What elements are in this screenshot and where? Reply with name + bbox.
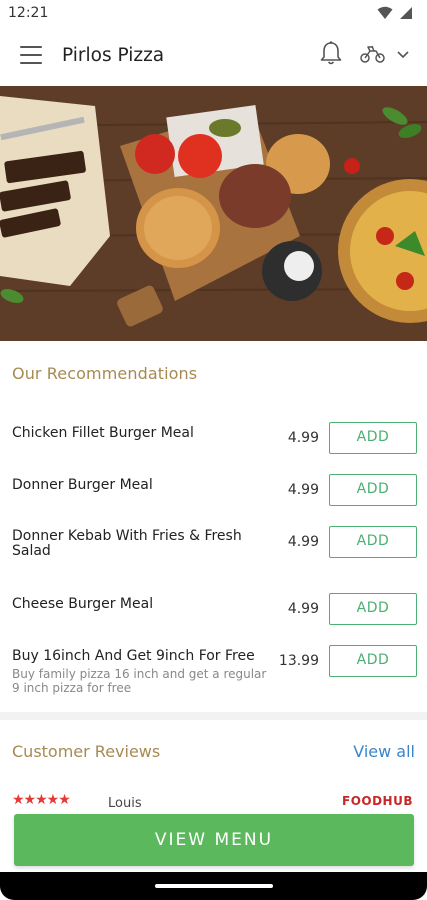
item-price: 4.99 bbox=[287, 601, 319, 617]
app-title: Pirlos Pizza bbox=[62, 45, 165, 66]
item-name: Buy 16inch And Get 9inch For Free bbox=[12, 648, 255, 664]
status-time: 12:21 bbox=[8, 5, 49, 21]
add-button[interactable]: ADD bbox=[329, 422, 417, 454]
status-icons bbox=[377, 6, 413, 20]
hero-food-image bbox=[0, 86, 427, 341]
reviewer-name: Louis bbox=[108, 796, 142, 811]
item-price: 4.99 bbox=[287, 482, 319, 498]
scooter-icon[interactable] bbox=[360, 44, 386, 64]
item-description: Buy family pizza 16 inch and get a regul… bbox=[12, 667, 267, 695]
star-rating: ★★★★★ bbox=[12, 792, 71, 808]
add-button[interactable]: ADD bbox=[329, 526, 417, 558]
reviews-title: Customer Reviews bbox=[12, 742, 161, 761]
add-button[interactable]: ADD bbox=[329, 645, 417, 677]
recommendations-title: Our Recommendations bbox=[12, 364, 198, 383]
signal-icon bbox=[400, 7, 412, 19]
item-price: 4.99 bbox=[287, 534, 319, 550]
item-price: 4.99 bbox=[287, 430, 319, 446]
bell-icon[interactable] bbox=[319, 40, 343, 66]
add-button[interactable]: ADD bbox=[329, 593, 417, 625]
item-name: Donner Kebab With Fries & Fresh Salad bbox=[12, 528, 242, 559]
add-button[interactable]: ADD bbox=[329, 474, 417, 506]
menu-icon[interactable] bbox=[20, 46, 42, 66]
item-name: Donner Burger Meal bbox=[12, 477, 153, 493]
item-price: 13.99 bbox=[278, 653, 319, 669]
status-bar: 12:21 bbox=[0, 0, 427, 28]
section-divider bbox=[0, 712, 427, 720]
home-handle[interactable] bbox=[155, 884, 273, 888]
app-bar: Pirlos Pizza bbox=[0, 28, 427, 86]
view-all-link[interactable]: View all bbox=[353, 742, 415, 761]
item-name: Chicken Fillet Burger Meal bbox=[12, 425, 194, 441]
item-name: Cheese Burger Meal bbox=[12, 596, 154, 612]
system-nav-bar bbox=[0, 872, 427, 900]
hero-illustration bbox=[0, 86, 427, 341]
wifi-icon bbox=[377, 6, 393, 19]
view-menu-button[interactable]: VIEW MENU bbox=[14, 814, 414, 866]
chevron-down-icon[interactable] bbox=[397, 51, 409, 59]
foodhub-logo: FOODHUB bbox=[342, 794, 413, 808]
